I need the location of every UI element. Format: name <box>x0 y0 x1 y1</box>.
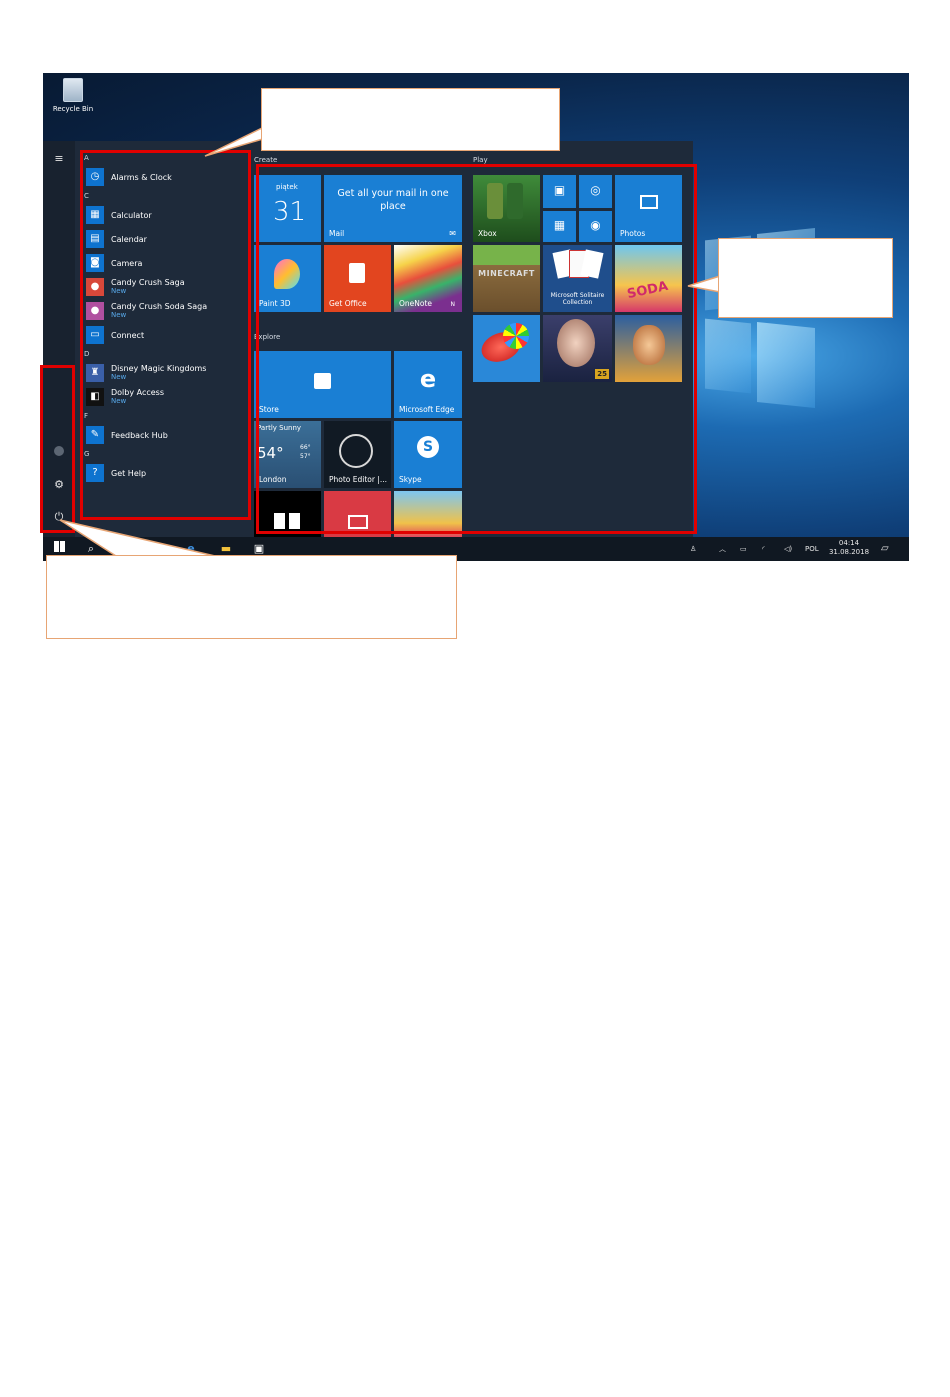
callout-rail <box>46 555 457 639</box>
callout-app-list <box>261 88 560 151</box>
callout-tiles <box>718 238 893 318</box>
